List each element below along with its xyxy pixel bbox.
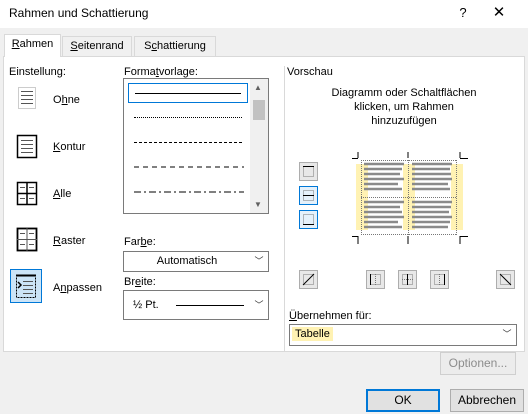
scroll-down-icon[interactable]: ▼ xyxy=(254,200,262,209)
style-listbox[interactable]: ▲ ▼ xyxy=(123,78,269,214)
breite-label: Breite: xyxy=(124,276,156,288)
ok-button[interactable]: OK xyxy=(366,389,440,412)
close-button[interactable]: ✕ xyxy=(490,4,508,22)
setting-none-icon[interactable] xyxy=(11,81,43,115)
setting-none-label[interactable]: Ohne xyxy=(53,94,80,106)
chevron-down-icon: ﹀ xyxy=(502,329,512,339)
tab-seitenrand[interactable]: Seitenrand xyxy=(62,36,132,56)
inside-vertical-border-button[interactable] xyxy=(398,270,417,289)
setting-box-label[interactable]: Kontur xyxy=(53,141,85,153)
cancel-button[interactable]: Abbrechen xyxy=(450,389,524,412)
einstellung-heading: Einstellung: xyxy=(9,66,66,78)
style-dashed-small[interactable] xyxy=(128,133,248,153)
formatvorlage-heading: Formatvorlage: xyxy=(124,66,198,78)
setting-grid-icon[interactable] xyxy=(11,222,43,256)
setting-custom-label[interactable]: Anpassen xyxy=(53,282,102,294)
vorschau-heading: Vorschau xyxy=(287,66,333,78)
inside-horizontal-border-button[interactable] xyxy=(299,186,318,205)
help-button[interactable]: ? xyxy=(454,4,472,22)
scroll-thumb[interactable] xyxy=(253,100,265,120)
diagonal-down-border-button[interactable] xyxy=(299,270,318,289)
setting-grid-label[interactable]: Raster xyxy=(53,235,85,247)
color-dropdown[interactable]: Automatisch ﹀ xyxy=(123,251,269,272)
tab-rahmen[interactable]: Rahmen xyxy=(4,34,61,57)
color-value: Automatisch xyxy=(156,255,218,267)
style-solid[interactable] xyxy=(128,83,248,103)
apply-to-value: Tabelle xyxy=(292,327,333,341)
left-border-button[interactable] xyxy=(366,270,385,289)
style-scrollbar[interactable]: ▲ ▼ xyxy=(250,79,268,213)
style-dotted[interactable] xyxy=(128,108,248,128)
farbe-label: Farbe: xyxy=(124,236,156,248)
apply-to-dropdown[interactable]: Tabelle ﹀ xyxy=(289,324,517,346)
width-value: ½ Pt. xyxy=(133,299,159,311)
tab-schattierung[interactable]: Schattierung xyxy=(134,36,216,56)
preview-hint-line: Diagramm oder Schaltflächen xyxy=(331,87,477,99)
chevron-down-icon: ﹀ xyxy=(254,256,264,266)
width-dropdown[interactable]: ½ Pt. ﹀ xyxy=(123,290,269,320)
chevron-down-icon: ﹀ xyxy=(254,300,264,310)
dialog-title: Rahmen und Schattierung xyxy=(9,6,149,20)
diagonal-up-border-button[interactable] xyxy=(496,270,515,289)
apply-to-label: Übernehmen für: xyxy=(289,310,372,322)
setting-all-icon[interactable] xyxy=(11,176,43,210)
setting-box-icon[interactable] xyxy=(11,129,43,163)
bottom-border-button[interactable] xyxy=(299,210,318,229)
style-dashed[interactable] xyxy=(128,158,248,178)
tab-label: Seitenrand xyxy=(70,40,124,52)
scroll-up-icon[interactable]: ▲ xyxy=(254,83,262,92)
top-border-button[interactable] xyxy=(299,162,318,181)
tab-label: Rahmen xyxy=(11,38,54,50)
setting-custom-icon[interactable] xyxy=(10,269,42,303)
preview-hint: Diagramm oder Schaltflächen klicken, um … xyxy=(298,86,510,128)
preview-hint-line: klicken, um Rahmen xyxy=(354,101,454,113)
width-sample-line xyxy=(176,305,244,306)
options-button[interactable]: Optionen... xyxy=(440,352,516,375)
setting-all-label[interactable]: Alle xyxy=(53,188,71,200)
preview-hint-line: hinzuzufügen xyxy=(371,115,437,127)
style-dash-dot[interactable] xyxy=(128,183,248,203)
preview-diagram[interactable] xyxy=(352,152,468,244)
tab-label: Schattierung xyxy=(144,40,206,52)
right-border-button[interactable] xyxy=(430,270,449,289)
